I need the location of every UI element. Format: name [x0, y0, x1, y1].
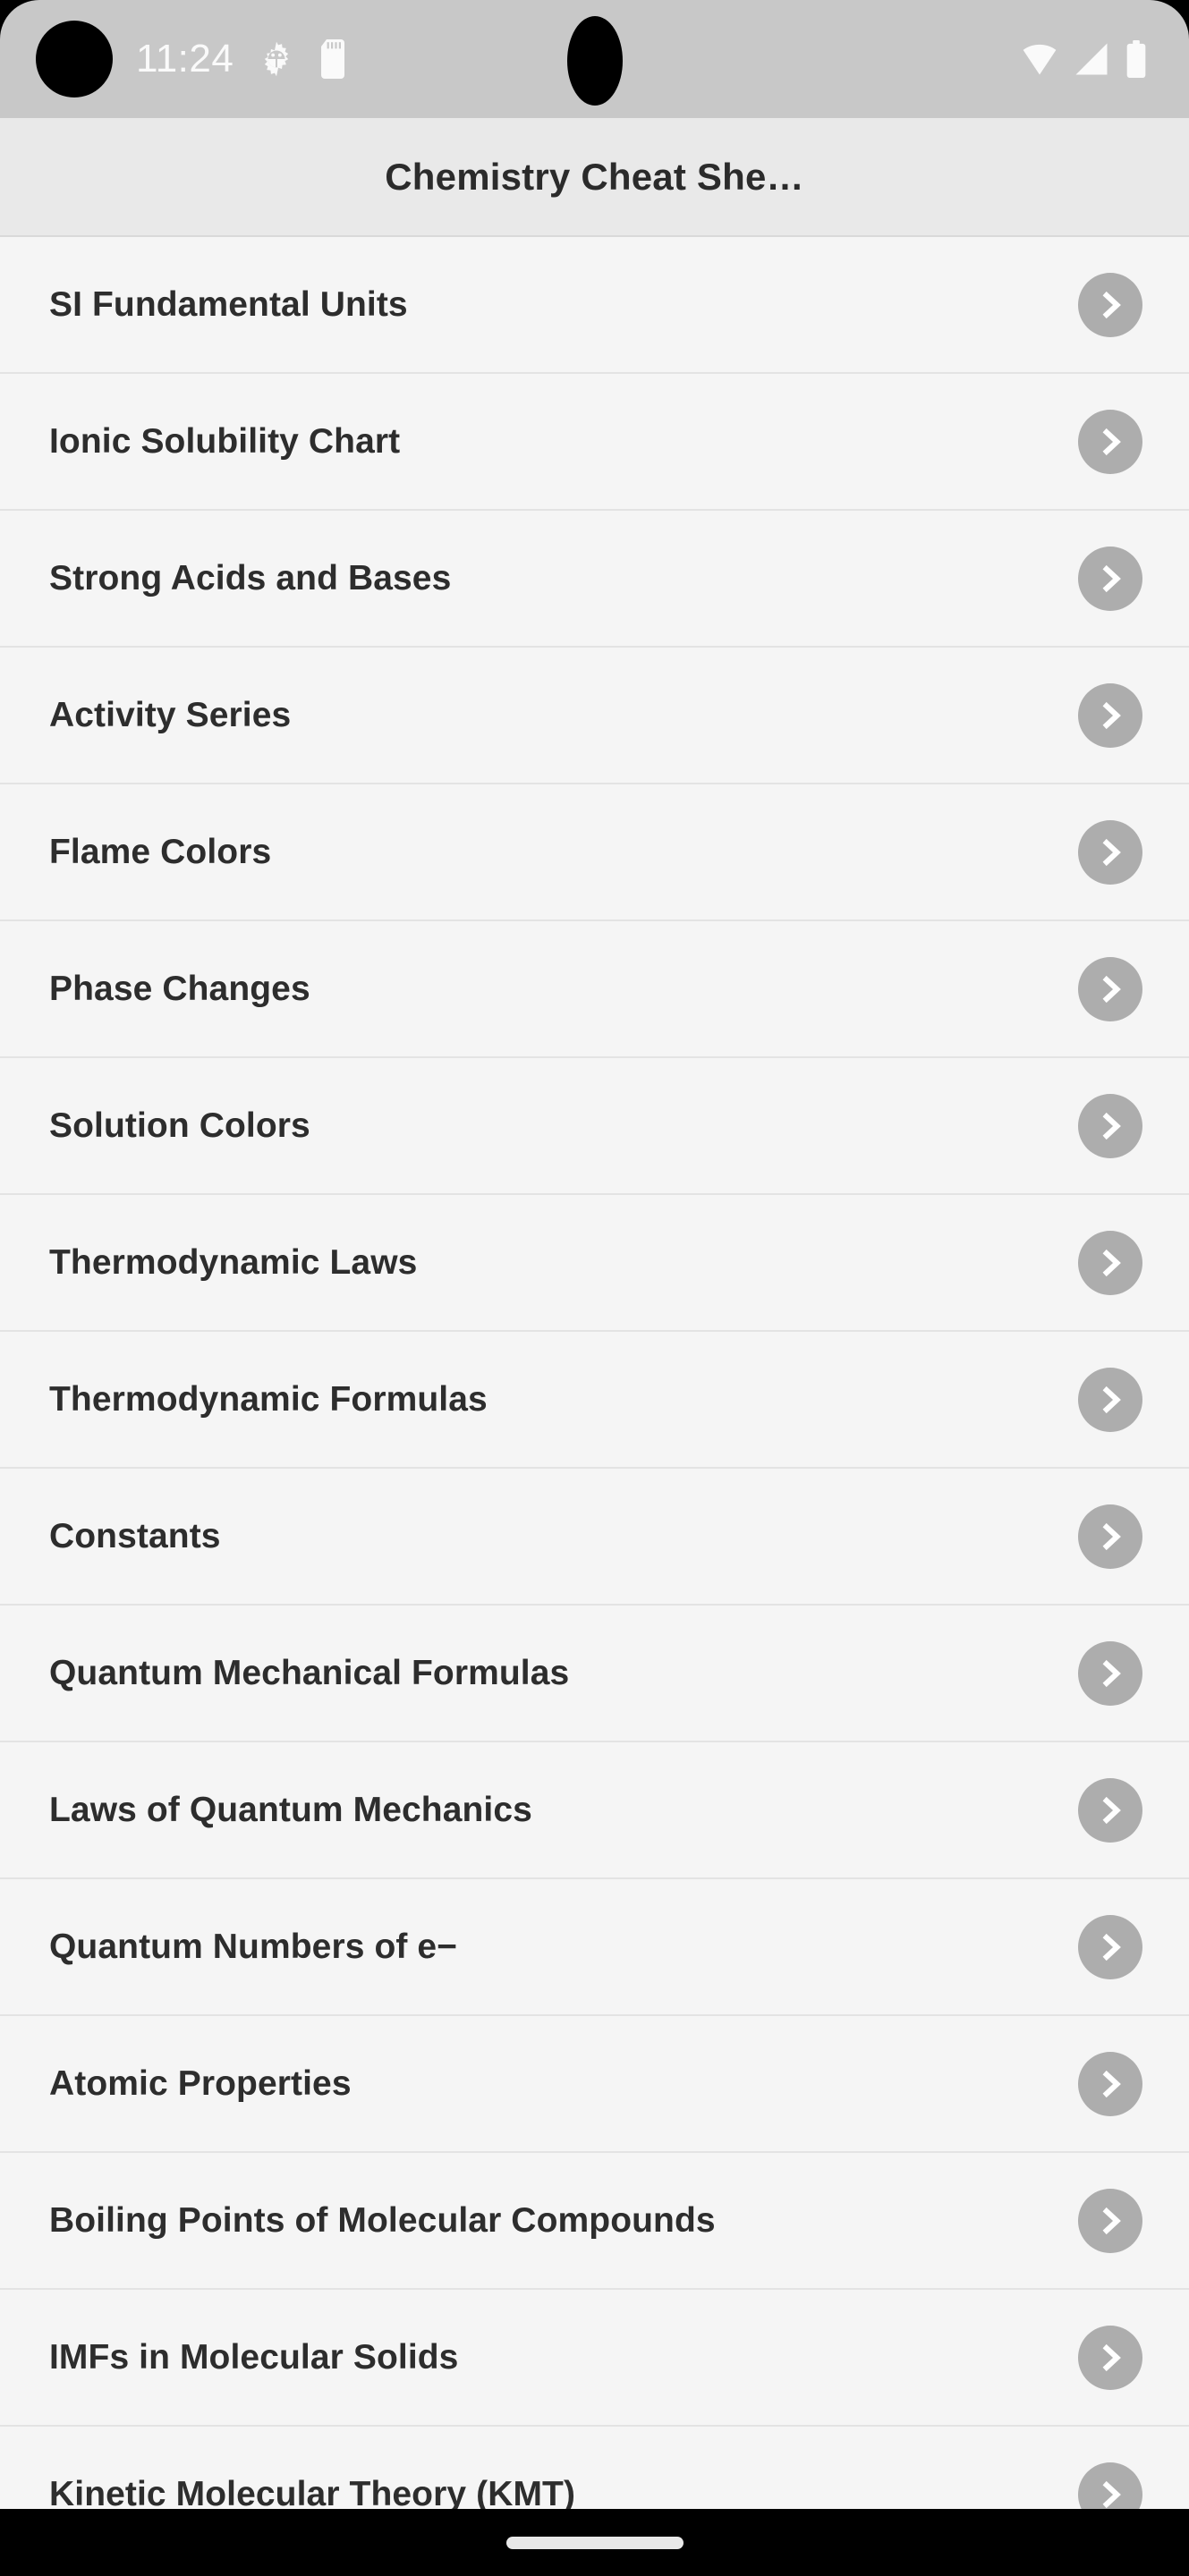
center-punch-hole-camera [566, 16, 623, 106]
page-title: Chemistry Cheat She… [385, 155, 804, 198]
list-item[interactable]: Strong Acids and Bases [0, 511, 1189, 648]
list-item[interactable]: Solution Colors [0, 1058, 1189, 1195]
chevron-right-icon[interactable] [1078, 682, 1142, 748]
list-item[interactable]: Constants [0, 1469, 1189, 1606]
list-item[interactable]: Phase Changes [0, 921, 1189, 1058]
chevron-right-icon[interactable] [1078, 409, 1142, 474]
chevron-right-icon[interactable] [1078, 956, 1142, 1021]
app-bar: Chemistry Cheat She… [0, 118, 1189, 237]
list-item[interactable]: IMFs in Molecular Solids [0, 2290, 1189, 2427]
list-item[interactable]: Quantum Numbers of e− [0, 1879, 1189, 2016]
chevron-right-icon[interactable] [1078, 2051, 1142, 2116]
chevron-right-icon[interactable] [1078, 1777, 1142, 1843]
chevron-right-icon[interactable] [1078, 2188, 1142, 2253]
chevron-right-icon[interactable] [1078, 1230, 1142, 1295]
chevron-right-icon[interactable] [1078, 2462, 1142, 2509]
list-item-label: Quantum Numbers of e− [49, 1927, 458, 1966]
battery-icon [1125, 40, 1148, 78]
sd-card-icon [319, 39, 348, 79]
chevron-right-icon[interactable] [1078, 1914, 1142, 1979]
chevron-right-icon[interactable] [1078, 1504, 1142, 1569]
list-item[interactable]: Thermodynamic Laws [0, 1195, 1189, 1332]
chevron-right-icon[interactable] [1078, 1093, 1142, 1158]
list-item[interactable]: Boiling Points of Molecular Compounds [0, 2153, 1189, 2290]
list-item[interactable]: Ionic Solubility Chart [0, 374, 1189, 511]
phone-screen: 11:24 Chemistry Cheat She… SI Fundamenta… [0, 0, 1189, 2576]
wifi-icon [1021, 40, 1058, 78]
list-item-label: Thermodynamic Formulas [49, 1379, 488, 1419]
list-item[interactable]: SI Fundamental Units [0, 237, 1189, 374]
home-gesture-pill[interactable] [505, 2536, 684, 2549]
list-item[interactable]: Flame Colors [0, 784, 1189, 921]
list-item-label: Kinetic Molecular Theory (KMT) [49, 2474, 576, 2510]
list-item-label: Flame Colors [49, 832, 272, 871]
list-item-label: Thermodynamic Laws [49, 1242, 418, 1282]
chevron-right-icon[interactable] [1078, 272, 1142, 337]
chevron-right-icon[interactable] [1078, 1640, 1142, 1706]
system-navigation-bar [0, 2509, 1189, 2576]
chevron-right-icon[interactable] [1078, 1367, 1142, 1432]
list-item-label: Phase Changes [49, 969, 310, 1008]
list-item-label: Boiling Points of Molecular Compounds [49, 2200, 716, 2240]
front-camera-cutout [36, 21, 113, 97]
list-item[interactable]: Atomic Properties [0, 2016, 1189, 2153]
status-bar: 11:24 [0, 0, 1189, 118]
list-item-label: Solution Colors [49, 1106, 310, 1145]
list-item[interactable]: Activity Series [0, 648, 1189, 784]
cheat-sheet-list[interactable]: SI Fundamental Units Ionic Solubility Cha… [0, 237, 1189, 2509]
list-item-label: Laws of Quantum Mechanics [49, 1790, 532, 1829]
list-item-label: Strong Acids and Bases [49, 558, 452, 597]
list-item[interactable]: Thermodynamic Formulas [0, 1332, 1189, 1469]
list-item-label: Quantum Mechanical Formulas [49, 1653, 570, 1692]
list-item[interactable]: Quantum Mechanical Formulas [0, 1606, 1189, 1742]
cellular-signal-icon [1073, 40, 1110, 78]
chevron-right-icon[interactable] [1078, 546, 1142, 611]
list-item-label: IMFs in Molecular Solids [49, 2337, 459, 2377]
list-item-label: Ionic Solubility Chart [49, 421, 401, 461]
list-item[interactable]: Laws of Quantum Mechanics [0, 1742, 1189, 1879]
list-item[interactable]: Kinetic Molecular Theory (KMT) [0, 2427, 1189, 2509]
gear-icon [257, 39, 296, 79]
list-item-label: Activity Series [49, 695, 292, 734]
list-item-label: Atomic Properties [49, 2063, 352, 2103]
chevron-right-icon[interactable] [1078, 819, 1142, 885]
list-item-label: Constants [49, 1516, 221, 1555]
status-bar-right [1021, 40, 1148, 78]
status-bar-left: 11:24 [36, 21, 348, 97]
list-item-label: SI Fundamental Units [49, 284, 408, 324]
chevron-right-icon[interactable] [1078, 2325, 1142, 2390]
status-bar-clock: 11:24 [136, 37, 234, 80]
